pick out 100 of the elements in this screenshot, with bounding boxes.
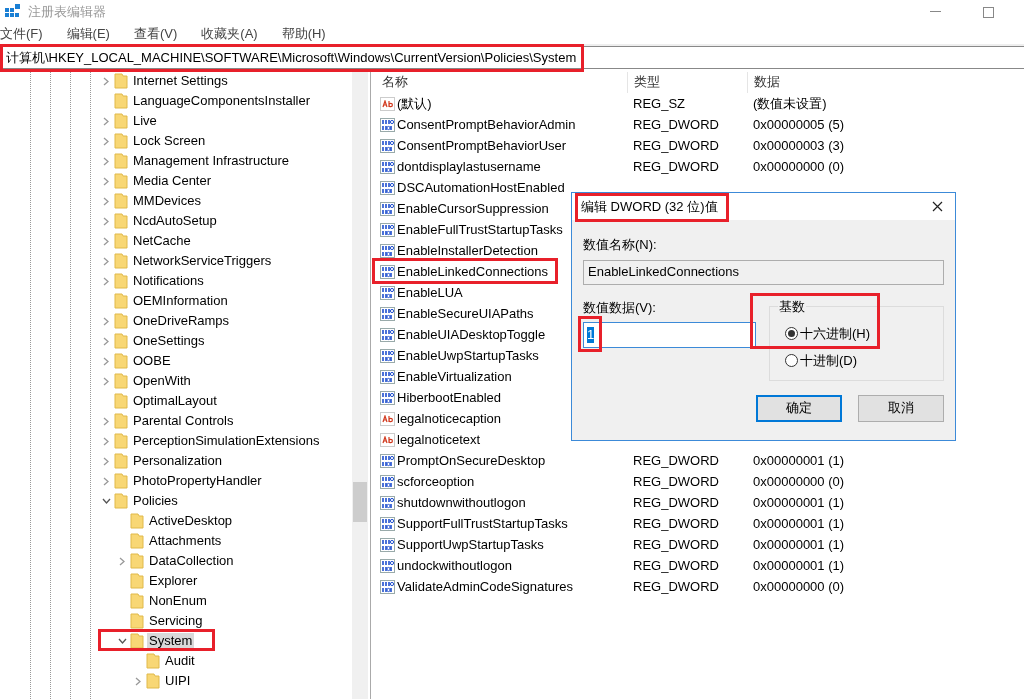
expand-chevron-icon[interactable] bbox=[103, 316, 109, 326]
maximize-icon[interactable] bbox=[983, 6, 994, 18]
value-name[interactable]: DSCAutomationHostEnabled bbox=[397, 179, 565, 196]
tree-item[interactable]: NetworkServiceTriggers bbox=[131, 253, 274, 269]
menu-item[interactable]: 查看(V) bbox=[129, 24, 182, 44]
tree-item[interactable]: Policies bbox=[131, 493, 180, 509]
value-name[interactable]: EnableVirtualization bbox=[397, 368, 512, 385]
value-name[interactable]: undockwithoutlogon bbox=[397, 557, 512, 574]
tree-item[interactable]: NetCache bbox=[131, 233, 193, 249]
value-name[interactable]: ConsentPromptBehaviorUser bbox=[397, 137, 567, 154]
expand-chevron-icon[interactable] bbox=[103, 256, 109, 266]
value-name[interactable]: shutdownwithoutlogon bbox=[397, 494, 526, 511]
radio-button[interactable] bbox=[785, 354, 798, 368]
dialog-title: 编辑 DWORD (32 位)值 bbox=[581, 199, 718, 214]
tree-item[interactable]: OOBE bbox=[131, 353, 173, 369]
expand-chevron-icon[interactable] bbox=[103, 156, 109, 166]
expand-chevron-icon[interactable] bbox=[103, 236, 109, 246]
tree-item[interactable]: NcdAutoSetup bbox=[131, 213, 219, 229]
value-name[interactable]: EnableUwpStartupTasks bbox=[397, 347, 539, 364]
collapse-chevron-icon[interactable] bbox=[101, 498, 111, 504]
value-name[interactable]: legalnoticecaption bbox=[397, 410, 502, 427]
value-name[interactable]: EnableFullTrustStartupTasks bbox=[397, 221, 563, 238]
radio-button[interactable] bbox=[785, 326, 798, 340]
expand-chevron-icon[interactable] bbox=[119, 556, 125, 566]
expand-chevron-icon[interactable] bbox=[103, 476, 109, 486]
expand-chevron-icon[interactable] bbox=[103, 436, 109, 446]
tree-item[interactable]: Personalization bbox=[131, 453, 224, 469]
expand-chevron-icon[interactable] bbox=[103, 136, 109, 146]
tree-item[interactable]: NonEnum bbox=[147, 593, 209, 609]
column-header[interactable]: 数据 bbox=[747, 71, 1024, 93]
value-name[interactable]: (默认) bbox=[397, 95, 432, 112]
value-name[interactable]: ConsentPromptBehaviorAdmin bbox=[397, 116, 576, 133]
value-name[interactable]: SupportUwpStartupTasks bbox=[397, 536, 544, 553]
tree-item[interactable]: Servicing bbox=[147, 613, 205, 629]
tree-item[interactable]: OneSettings bbox=[131, 333, 207, 349]
tree-item[interactable]: Management Infrastructure bbox=[131, 153, 292, 169]
expand-chevron-icon[interactable] bbox=[103, 356, 109, 366]
tree-item[interactable]: Live bbox=[131, 113, 159, 129]
address-bar[interactable]: 计算机\HKEY_LOCAL_MACHINE\SOFTWARE\Microsoft\Windows\CurrentVersion\Policies\System bbox=[0, 46, 1024, 69]
minimize-icon[interactable] bbox=[930, 11, 941, 13]
expand-chevron-icon[interactable] bbox=[103, 176, 109, 186]
expand-chevron-icon[interactable] bbox=[103, 116, 109, 126]
value-type: REG_DWORD bbox=[633, 557, 719, 573]
close-icon[interactable] bbox=[932, 201, 943, 212]
column-header[interactable]: 名称 bbox=[374, 71, 627, 93]
value-name[interactable]: SupportFullTrustStartupTasks bbox=[397, 515, 568, 532]
expand-chevron-icon[interactable] bbox=[103, 376, 109, 386]
value-name[interactable]: scforceoption bbox=[397, 473, 475, 490]
radio-label[interactable]: 十进制(D) bbox=[800, 351, 858, 371]
value-name[interactable]: EnableInstallerDetection bbox=[397, 242, 538, 259]
tree-item[interactable]: LanguageComponentsInstaller bbox=[131, 93, 313, 109]
value-name[interactable]: EnableLUA bbox=[397, 284, 463, 301]
value-name[interactable]: dontdisplaylastusername bbox=[397, 158, 541, 175]
expand-chevron-icon[interactable] bbox=[103, 456, 109, 466]
tree-item[interactable]: Explorer bbox=[147, 573, 200, 589]
expand-chevron-icon[interactable] bbox=[103, 196, 109, 206]
value-name[interactable]: HiberbootEnabled bbox=[397, 389, 502, 406]
radio-label[interactable]: 十六进制(H) bbox=[800, 323, 871, 343]
expand-chevron-icon[interactable] bbox=[103, 276, 109, 286]
tree-item[interactable]: MMDevices bbox=[131, 193, 203, 209]
tree-item[interactable]: OptimalLayout bbox=[131, 393, 219, 409]
tree-item[interactable]: Attachments bbox=[147, 533, 224, 549]
menu-item[interactable]: 帮助(H) bbox=[277, 24, 330, 44]
tree-item[interactable]: Internet Settings bbox=[131, 73, 230, 89]
tree-item[interactable]: Media Center bbox=[131, 173, 214, 189]
tree-item[interactable]: Lock Screen bbox=[131, 133, 208, 149]
dialog-button[interactable]: 确定 bbox=[756, 394, 842, 422]
expand-chevron-icon[interactable] bbox=[103, 336, 109, 346]
value-data-field[interactable]: 1 bbox=[583, 322, 756, 348]
collapse-chevron-icon[interactable] bbox=[117, 638, 127, 644]
tree-item[interactable]: OpenWith bbox=[131, 373, 193, 389]
tree-item[interactable]: DataCollection bbox=[147, 553, 236, 569]
expand-chevron-icon[interactable] bbox=[103, 216, 109, 226]
menu-item[interactable]: 编辑(E) bbox=[62, 24, 114, 44]
menu-item[interactable]: 收藏夹(A) bbox=[197, 24, 262, 44]
tree-item[interactable]: OEMInformation bbox=[131, 293, 230, 309]
scrollbar[interactable] bbox=[352, 69, 368, 699]
value-name[interactable]: EnableUIADesktopToggle bbox=[397, 326, 546, 343]
tree-item[interactable]: Parental Controls bbox=[131, 413, 236, 429]
tree-item[interactable]: UIPI bbox=[163, 673, 193, 689]
value-name[interactable]: EnableSecureUIAPaths bbox=[397, 305, 534, 322]
expand-chevron-icon[interactable] bbox=[135, 676, 141, 686]
tree-item[interactable]: OneDriveRamps bbox=[131, 313, 232, 329]
value-name[interactable]: PromptOnSecureDesktop bbox=[397, 452, 546, 469]
value-name[interactable]: legalnoticetext bbox=[397, 431, 481, 448]
expand-chevron-icon[interactable] bbox=[103, 76, 109, 86]
value-name[interactable]: ValidateAdminCodeSignatures bbox=[397, 578, 574, 595]
tree-item[interactable]: PerceptionSimulationExtensions bbox=[131, 433, 322, 449]
tree-item[interactable]: Audit bbox=[163, 653, 197, 669]
expand-chevron-icon[interactable] bbox=[103, 416, 109, 426]
tree-item[interactable]: Notifications bbox=[131, 273, 206, 289]
tree-item[interactable]: System bbox=[147, 633, 195, 649]
value-name[interactable]: EnableCursorSuppression bbox=[397, 200, 549, 217]
column-header[interactable]: 类型 bbox=[627, 71, 747, 93]
menu-item[interactable]: 文件(F) bbox=[0, 24, 47, 44]
dialog-button[interactable]: 取消 bbox=[858, 394, 944, 422]
tree-item[interactable]: ActiveDesktop bbox=[147, 513, 235, 529]
tree-item[interactable]: PhotoPropertyHandler bbox=[131, 473, 264, 489]
scrollbar-thumb[interactable] bbox=[353, 482, 367, 522]
value-name[interactable]: EnableLinkedConnections bbox=[397, 263, 549, 280]
